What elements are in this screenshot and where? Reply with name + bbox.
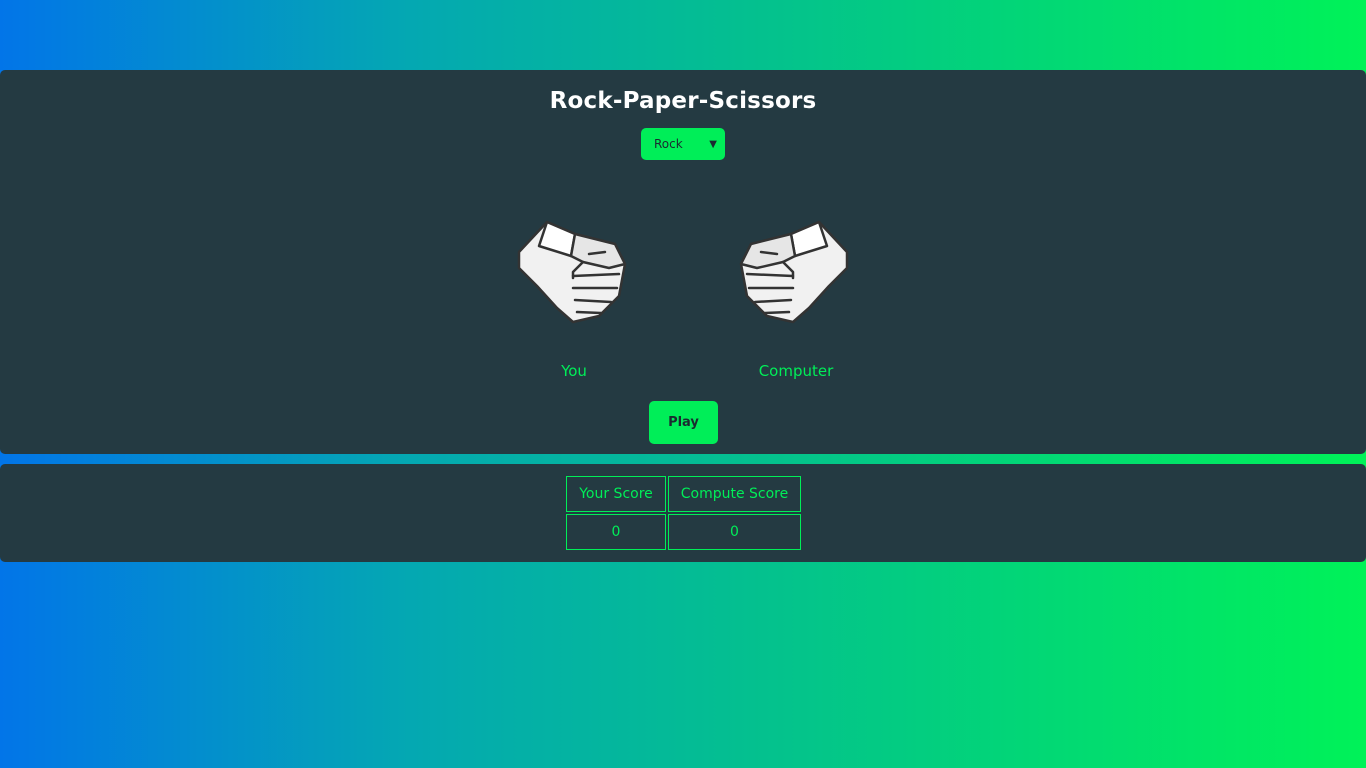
computer-score-value: 0: [668, 514, 801, 550]
choice-select[interactable]: Rock ▼: [641, 128, 725, 160]
computer-score-header: Compute Score: [668, 476, 801, 512]
score-value-row: 0 0: [566, 514, 801, 550]
your-score-value: 0: [566, 514, 666, 550]
score-header-row: Your Score Compute Score: [566, 476, 801, 512]
chevron-down-icon: ▼: [709, 138, 717, 150]
play-button[interactable]: Play: [649, 401, 718, 444]
your-score-header: Your Score: [566, 476, 666, 512]
player-hand-rock-icon: [513, 216, 629, 326]
score-panel: Your Score Compute Score 0 0: [0, 464, 1366, 562]
computer-hand-rock-icon: [737, 216, 853, 326]
computer-label: Computer: [758, 362, 834, 380]
game-panel: Rock-Paper-Scissors Rock ▼ You Computer …: [0, 70, 1366, 454]
choice-select-value: Rock: [654, 137, 683, 151]
player-label: You: [561, 362, 587, 380]
score-table: Your Score Compute Score 0 0: [564, 474, 803, 552]
page-title: Rock-Paper-Scissors: [549, 88, 817, 114]
